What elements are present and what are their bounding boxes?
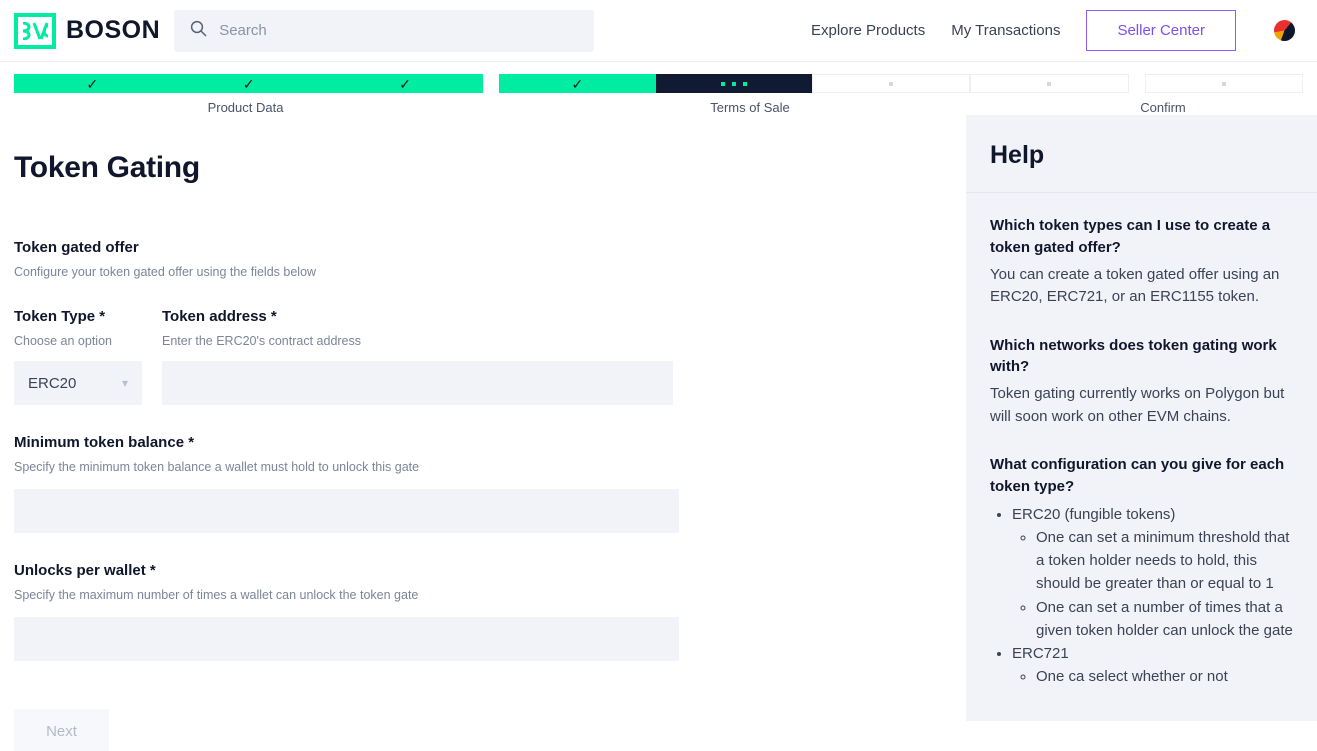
check-icon: ✓ bbox=[571, 77, 583, 91]
unlocks-per-wallet-label: Unlocks per wallet * bbox=[14, 562, 966, 579]
nav-my-transactions[interactable]: My Transactions bbox=[951, 22, 1060, 39]
dot-icon bbox=[1222, 82, 1226, 86]
step-segment-product-data-2[interactable]: ✓ bbox=[170, 74, 326, 93]
check-icon: ✓ bbox=[399, 77, 411, 91]
faq-item: Which networks does token gating work wi… bbox=[990, 335, 1293, 429]
check-icon: ✓ bbox=[86, 77, 98, 91]
search-icon bbox=[190, 20, 207, 42]
main-content: Token Gating Token gated offer Configure… bbox=[14, 115, 966, 751]
list-item: One can set a number of times that a giv… bbox=[1036, 596, 1293, 643]
nav-explore-products[interactable]: Explore Products bbox=[811, 22, 925, 39]
list-item: ERC20 (fungible tokens) One can set a mi… bbox=[1012, 503, 1293, 643]
unlocks-per-wallet-field: Unlocks per wallet * Specify the maximum… bbox=[14, 562, 966, 661]
token-address-label: Token address * bbox=[162, 308, 673, 325]
faq-item: What configuration can you give for each… bbox=[990, 454, 1293, 689]
minimum-balance-hint: Specify the minimum token balance a wall… bbox=[14, 460, 966, 474]
faq-question: Which token types can I use to create a … bbox=[990, 215, 1293, 259]
token-address-input[interactable] bbox=[162, 361, 673, 405]
unlocks-per-wallet-input[interactable] bbox=[14, 617, 679, 661]
minimum-balance-input[interactable] bbox=[14, 489, 679, 533]
section-title: Token gated offer bbox=[14, 239, 966, 256]
token-address-hint: Enter the ERC20's contract address bbox=[162, 334, 673, 348]
faq-question: Which networks does token gating work wi… bbox=[990, 335, 1293, 379]
list-item: ERC721 One ca select whether or not bbox=[1012, 642, 1293, 689]
dot-icon bbox=[889, 82, 893, 86]
token-address-field: Token address * Enter the ERC20's contra… bbox=[162, 308, 673, 405]
token-config-sublist: One ca select whether or not bbox=[1036, 665, 1293, 688]
check-icon: ✓ bbox=[243, 77, 255, 91]
section-subtitle: Configure your token gated offer using t… bbox=[14, 265, 966, 279]
token-config-list: ERC20 (fungible tokens) One can set a mi… bbox=[1012, 503, 1293, 689]
search-input[interactable]: Search bbox=[174, 10, 594, 52]
unlocks-per-wallet-hint: Specify the maximum number of times a wa… bbox=[14, 588, 966, 602]
seller-center-button[interactable]: Seller Center bbox=[1086, 10, 1236, 51]
boson-logo-icon bbox=[14, 13, 56, 49]
step-segment-product-data-1[interactable]: ✓ bbox=[14, 74, 170, 93]
token-fields-row: Token Type * Choose an option ERC20 ▾ To… bbox=[14, 308, 966, 405]
minimum-balance-label: Minimum token balance * bbox=[14, 434, 966, 451]
help-title: Help bbox=[990, 141, 1293, 170]
chevron-down-icon: ▾ bbox=[122, 376, 128, 390]
faq-item: Which token types can I use to create a … bbox=[990, 215, 1293, 309]
progress-stepper: ✓ ✓ ✓ ✓ Product Data Terms of Sale Confi… bbox=[0, 62, 1317, 115]
brand-name: BOSON bbox=[66, 16, 160, 45]
step-segment-confirm-1[interactable] bbox=[1145, 74, 1303, 93]
token-type-selected-value: ERC20 bbox=[28, 375, 76, 392]
stepper-bars: ✓ ✓ ✓ ✓ bbox=[14, 74, 1303, 93]
search-placeholder: Search bbox=[219, 22, 267, 39]
main-nav: Explore Products My Transactions Seller … bbox=[811, 10, 1303, 51]
list-item: One can set a minimum threshold that a t… bbox=[1036, 526, 1293, 596]
step-segment-terms-4[interactable] bbox=[970, 74, 1128, 93]
faq-answer: Token gating currently works on Polygon … bbox=[990, 383, 1293, 428]
step-segment-terms-2[interactable] bbox=[656, 74, 812, 93]
step-label-terms-of-sale: Terms of Sale bbox=[477, 100, 1023, 115]
minimum-balance-field: Minimum token balance * Specify the mini… bbox=[14, 434, 966, 533]
next-button[interactable]: Next bbox=[14, 709, 109, 751]
dots-icon bbox=[721, 82, 747, 86]
token-config-sublist: One can set a minimum threshold that a t… bbox=[1036, 526, 1293, 642]
list-item-label: ERC721 bbox=[1012, 645, 1069, 662]
help-panel: Help Which token types can I use to crea… bbox=[966, 115, 1317, 721]
list-item: One ca select whether or not bbox=[1036, 665, 1293, 688]
token-type-field: Token Type * Choose an option ERC20 ▾ bbox=[14, 308, 142, 405]
faq-answer: You can create a token gated offer using… bbox=[990, 264, 1293, 309]
token-type-select[interactable]: ERC20 ▾ bbox=[14, 361, 142, 405]
step-segment-terms-1[interactable]: ✓ bbox=[499, 74, 655, 93]
stepper-labels: Product Data Terms of Sale Confirm bbox=[14, 100, 1303, 115]
list-item-label: ERC20 (fungible tokens) bbox=[1012, 506, 1175, 523]
user-avatar-icon[interactable] bbox=[1274, 20, 1295, 41]
brand-logo[interactable]: BOSON bbox=[14, 13, 160, 49]
token-type-hint: Choose an option bbox=[14, 334, 142, 348]
app-header: BOSON Search Explore Products My Transac… bbox=[0, 0, 1317, 62]
help-header: Help bbox=[966, 115, 1317, 193]
page-body: Token Gating Token gated offer Configure… bbox=[0, 115, 1317, 751]
step-label-confirm: Confirm bbox=[1023, 100, 1303, 115]
step-segment-product-data-3[interactable]: ✓ bbox=[327, 74, 483, 93]
step-label-product-data: Product Data bbox=[14, 100, 477, 115]
token-type-label: Token Type * bbox=[14, 308, 142, 325]
faq-question: What configuration can you give for each… bbox=[990, 454, 1293, 498]
dot-icon bbox=[1047, 82, 1051, 86]
help-body: Which token types can I use to create a … bbox=[966, 193, 1317, 699]
step-segment-terms-3[interactable] bbox=[812, 74, 970, 93]
page-title: Token Gating bbox=[14, 151, 966, 185]
